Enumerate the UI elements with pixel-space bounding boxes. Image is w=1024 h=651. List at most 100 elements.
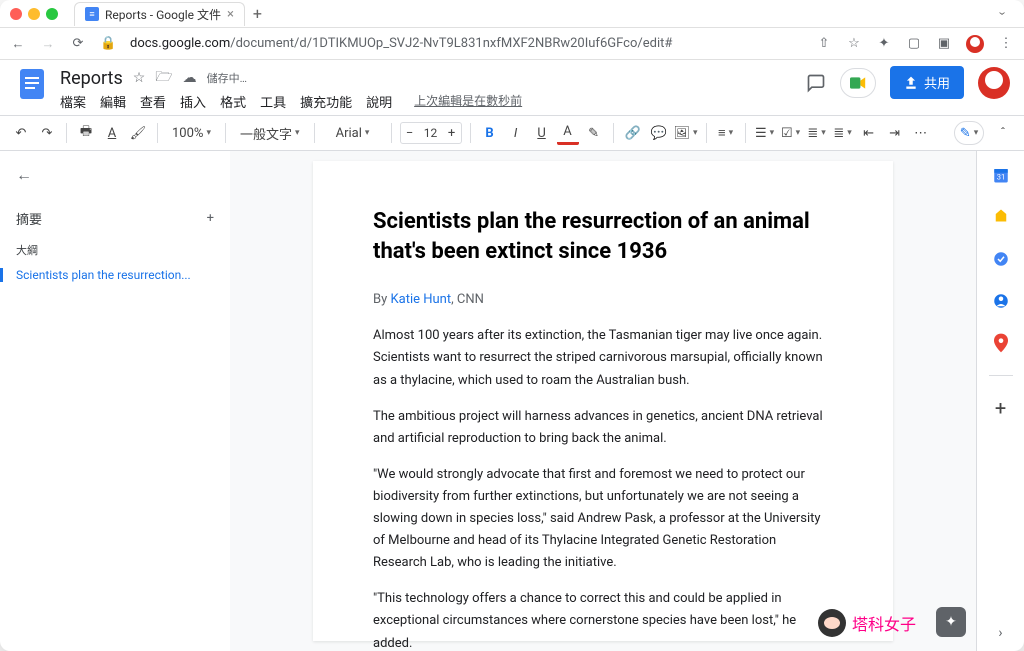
paint-format-icon[interactable]: 🖌	[127, 121, 149, 145]
meet-button[interactable]	[840, 68, 876, 98]
document-title[interactable]: Reports	[60, 68, 123, 89]
watermark: 塔科女子	[818, 609, 916, 637]
browser-menu-icon[interactable]: ⋮	[998, 36, 1014, 51]
new-tab-button[interactable]: +	[253, 4, 262, 23]
author-link[interactable]: Katie Hunt	[390, 292, 451, 307]
tabs-overflow-icon[interactable]: ›	[995, 12, 1010, 16]
underline-button[interactable]: U	[531, 121, 553, 145]
menu-help[interactable]: 說明	[366, 92, 392, 111]
redo-icon[interactable]: ↷	[36, 121, 58, 145]
tab-title: Reports - Google 文件	[105, 6, 221, 23]
clear-formatting-icon[interactable]: ⋯	[910, 121, 932, 145]
calendar-icon[interactable]: 31	[991, 165, 1011, 185]
collapse-toolbar-icon[interactable]: ˆ	[992, 121, 1014, 145]
undo-icon[interactable]: ↶	[10, 121, 32, 145]
profile-avatar[interactable]	[966, 35, 984, 53]
qr-icon[interactable]: ▣	[936, 36, 952, 51]
menu-insert[interactable]: 插入	[180, 92, 206, 111]
maps-icon[interactable]	[991, 333, 1011, 353]
outline-collapse-icon[interactable]: ←	[16, 165, 32, 185]
spellcheck-icon[interactable]: A	[101, 121, 123, 145]
indent-decrease-icon[interactable]: ⇤	[858, 121, 880, 145]
numbered-list-icon[interactable]: ≣	[832, 121, 854, 145]
side-panel: 31 + ›	[976, 151, 1024, 651]
bold-button[interactable]: B	[479, 121, 501, 145]
styles-select[interactable]: 一般文字	[234, 121, 306, 145]
docs-logo-icon[interactable]	[14, 66, 50, 102]
menu-file[interactable]: 檔案	[60, 92, 86, 111]
outline-item[interactable]: Scientists plan the resurrection...	[0, 268, 214, 282]
nav-forward-icon: →	[40, 36, 56, 52]
indent-increase-icon[interactable]: ⇥	[884, 121, 906, 145]
address-bar: ← → ⟳ 🔒 docs.google.com/document/d/1DTIK…	[0, 28, 1024, 60]
account-avatar[interactable]	[978, 67, 1010, 99]
mac-minimize[interactable]	[28, 8, 40, 20]
contacts-icon[interactable]	[991, 291, 1011, 311]
tab-close-icon[interactable]: ×	[227, 7, 234, 22]
zoom-select[interactable]: 100%	[166, 121, 217, 145]
bulleted-list-icon[interactable]: ≣	[806, 121, 828, 145]
print-icon[interactable]: 🖶	[75, 121, 97, 145]
article-paragraph[interactable]: Almost 100 years after its extinction, t…	[373, 325, 833, 391]
editing-mode-button[interactable]: ✎	[954, 121, 984, 145]
document-canvas[interactable]: Scientists plan the resurrection of an a…	[230, 151, 976, 651]
docs-header: Reports ☆ 🗁 ☁ 儲存中… 檔案 編輯 查看 插入 格式 工具 擴充功…	[0, 60, 1024, 115]
star-icon[interactable]: ☆	[133, 70, 146, 86]
line-spacing-icon[interactable]: ☰	[754, 121, 776, 145]
nav-reload-icon[interactable]: ⟳	[70, 36, 86, 51]
cloud-status-icon[interactable]: ☁	[183, 70, 197, 86]
document-page[interactable]: Scientists plan the resurrection of an a…	[313, 161, 893, 641]
move-icon[interactable]: 🗁	[155, 66, 172, 90]
article-paragraph[interactable]: The ambitious project will harness advan…	[373, 406, 833, 450]
outline-heading: 大綱	[16, 242, 214, 258]
nav-back-icon[interactable]: ←	[10, 36, 26, 52]
highlight-button[interactable]: ✎	[583, 121, 605, 145]
insert-comment-icon[interactable]: 💬	[648, 121, 670, 145]
addons-icon[interactable]: +	[991, 398, 1011, 418]
explore-button[interactable]: ✦	[936, 607, 966, 637]
watermark-icon	[818, 609, 846, 637]
text-color-button[interactable]: A	[557, 121, 579, 145]
font-size-value[interactable]: 12	[419, 126, 443, 140]
article-paragraph[interactable]: "We would strongly advocate that first a…	[373, 464, 833, 574]
url-field[interactable]: docs.google.com/document/d/1DTIKMUOp_SVJ…	[130, 36, 802, 51]
insert-image-icon[interactable]: 🖼	[674, 121, 698, 145]
menu-bar: 檔案 編輯 查看 插入 格式 工具 擴充功能 說明 上次編輯是在數秒前	[60, 92, 796, 115]
insert-link-icon[interactable]: 🔗	[622, 121, 644, 145]
checklist-icon[interactable]: ☑	[780, 121, 802, 145]
article-paragraph[interactable]: "This technology offers a chance to corr…	[373, 588, 833, 651]
menu-extensions[interactable]: 擴充功能	[300, 92, 352, 111]
bookmark-icon[interactable]: ☆	[846, 36, 862, 51]
outline-panel: ← 摘要 + 大綱 Scientists plan the resurrecti…	[0, 151, 230, 651]
italic-button[interactable]: I	[505, 121, 527, 145]
font-size-increase[interactable]: +	[443, 126, 461, 141]
align-button[interactable]: ≡	[715, 121, 737, 145]
share-page-icon[interactable]: ⇧	[816, 36, 832, 51]
article-byline[interactable]: By Katie Hunt, CNN	[373, 292, 833, 307]
svg-text:31: 31	[996, 173, 1004, 182]
menu-format[interactable]: 格式	[220, 92, 246, 111]
cast-icon[interactable]: ▢	[906, 36, 922, 51]
article-headline[interactable]: Scientists plan the resurrection of an a…	[373, 207, 833, 266]
font-size-stepper[interactable]: − 12 +	[400, 122, 462, 144]
last-edit-link[interactable]: 上次編輯是在數秒前	[414, 92, 522, 111]
keep-icon[interactable]	[991, 207, 1011, 227]
mac-fullscreen[interactable]	[46, 8, 58, 20]
font-size-decrease[interactable]: −	[401, 126, 419, 141]
browser-tab[interactable]: ≡ Reports - Google 文件 ×	[74, 2, 245, 26]
outline-summary-label: 摘要	[16, 209, 42, 228]
extensions-icon[interactable]: ✦	[876, 36, 892, 51]
window-titlebar: ≡ Reports - Google 文件 × + ›	[0, 0, 1024, 28]
mac-close[interactable]	[10, 8, 22, 20]
lock-icon[interactable]: 🔒	[100, 36, 116, 51]
sidepanel-collapse-icon[interactable]: ›	[998, 625, 1002, 641]
menu-tools[interactable]: 工具	[260, 92, 286, 111]
font-select[interactable]: Arial	[323, 121, 383, 145]
tasks-icon[interactable]	[991, 249, 1011, 269]
comments-icon[interactable]	[806, 73, 826, 93]
add-summary-icon[interactable]: +	[207, 211, 214, 226]
docs-favicon: ≡	[85, 7, 99, 21]
menu-edit[interactable]: 編輯	[100, 92, 126, 111]
menu-view[interactable]: 查看	[140, 92, 166, 111]
share-button[interactable]: 共用	[890, 66, 964, 99]
